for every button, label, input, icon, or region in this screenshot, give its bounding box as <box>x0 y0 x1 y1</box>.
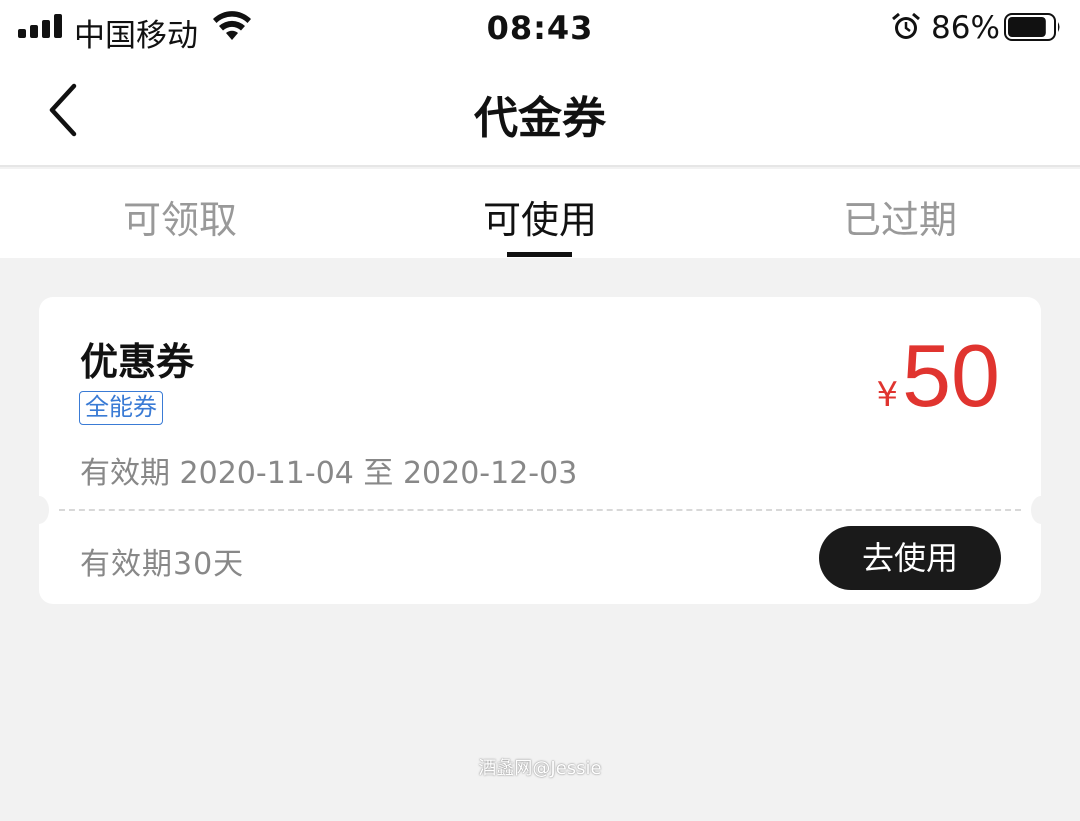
watermark: 酒蠡网@Jessie <box>478 758 602 779</box>
card-notch-right <box>1031 496 1051 524</box>
page-title: 代金券 <box>474 93 606 144</box>
currency-symbol: ¥ <box>876 375 899 415</box>
coupon-amount: 50 <box>902 326 1000 425</box>
coupon-validity-range: 有效期 2020-11-04 至 2020-12-03 <box>80 456 578 491</box>
tab-bar: 可领取 可使用 已过期 <box>0 169 1080 258</box>
battery-percent: 86% <box>931 10 1000 46</box>
battery-icon <box>1004 13 1060 41</box>
tab-claimable[interactable]: 可领取 <box>0 189 360 244</box>
coupon-value: ¥50 <box>876 325 1000 427</box>
alarm-icon <box>892 12 920 39</box>
card-notch-left <box>29 496 49 524</box>
coupon-title: 优惠券 <box>80 340 195 384</box>
coupon-card: 优惠券 全能券 有效期 2020-11-04 至 2020-12-03 ¥50 … <box>29 297 1051 604</box>
nav-bar: 代金券 <box>0 56 1080 167</box>
tab-usable[interactable]: 可使用 <box>360 189 720 244</box>
use-coupon-button[interactable]: 去使用 <box>819 526 1001 590</box>
coupon-type-badge: 全能券 <box>79 391 163 425</box>
coupon-duration: 有效期30天 <box>80 547 245 582</box>
tab-expired[interactable]: 已过期 <box>720 189 1080 244</box>
active-tab-indicator <box>507 252 572 257</box>
dashed-divider <box>59 509 1021 511</box>
status-bar: 中国移动 08:43 86% <box>0 0 1080 56</box>
